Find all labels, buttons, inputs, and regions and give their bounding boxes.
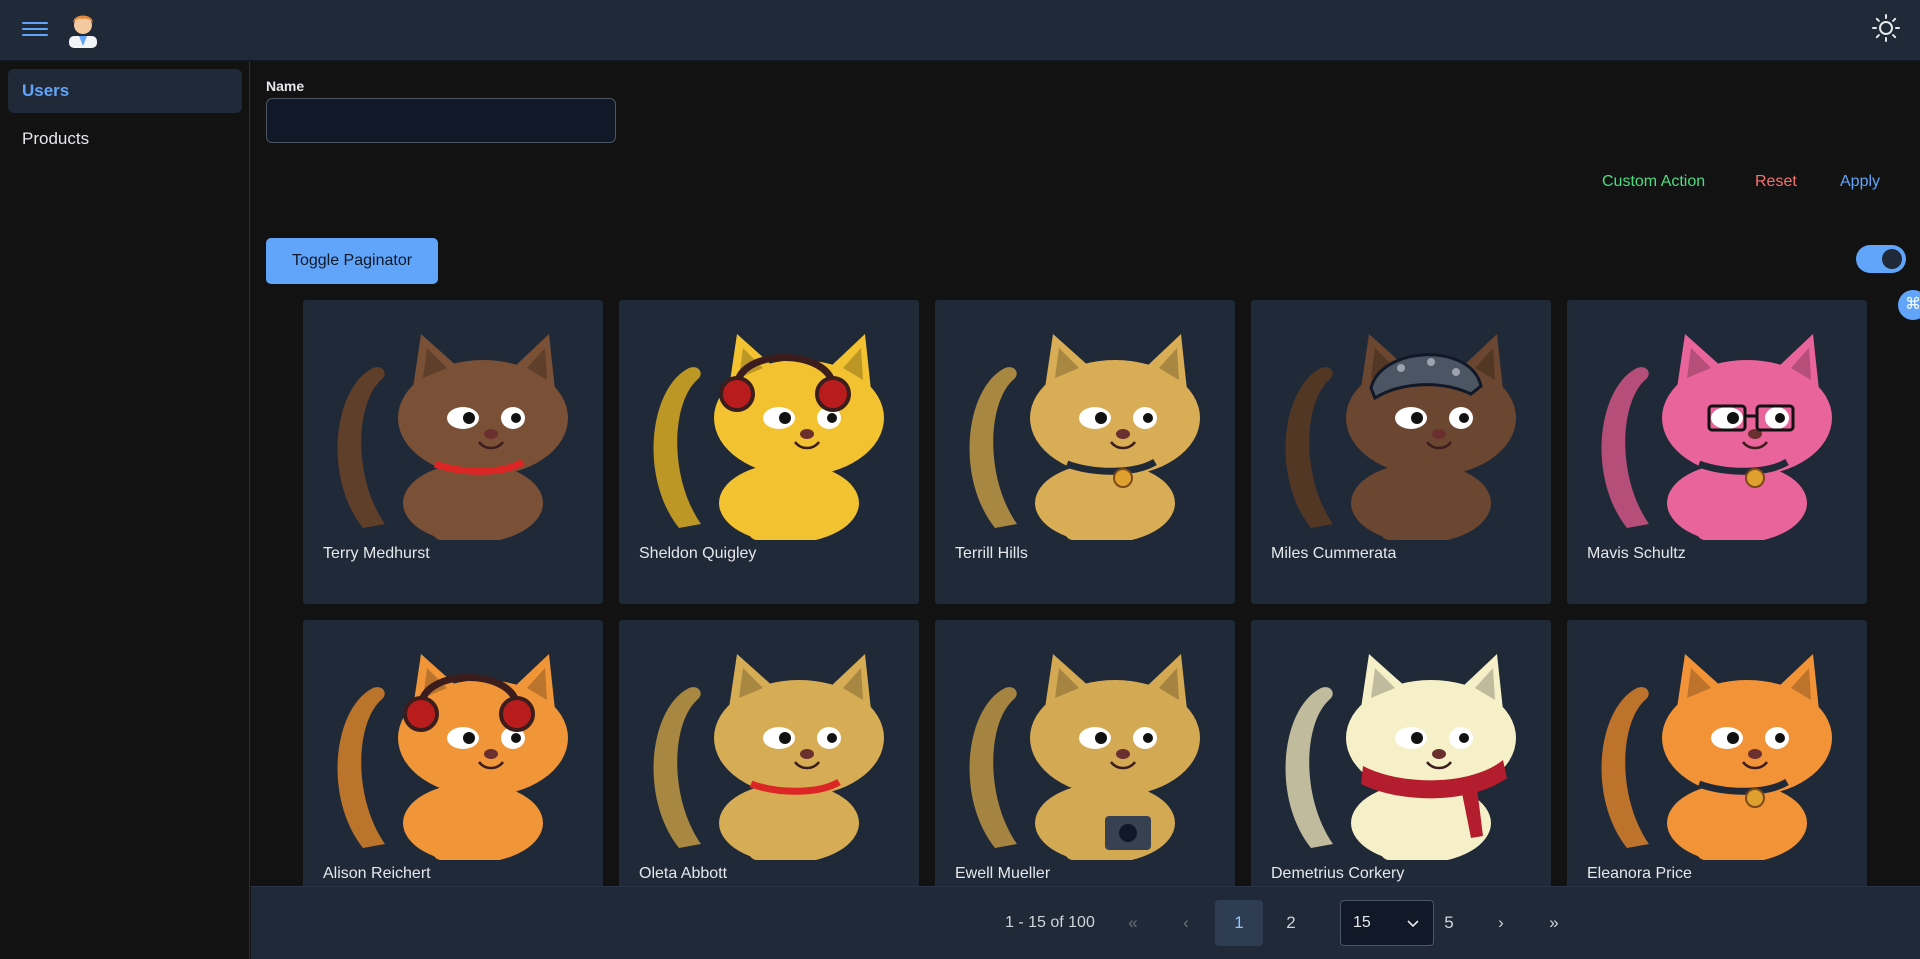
user-card[interactable]: Demetrius Corkery bbox=[1251, 620, 1551, 924]
sidebar-item-users[interactable]: Users bbox=[8, 69, 242, 113]
user-name: Ewell Mueller bbox=[955, 865, 1051, 882]
user-card[interactable]: Eleanora Price bbox=[1567, 620, 1867, 924]
user-name: Terrill Hills bbox=[955, 545, 1028, 562]
custom-action-button[interactable]: Custom Action bbox=[1602, 173, 1705, 191]
cat-avatar-image bbox=[969, 334, 1200, 540]
switch-knob bbox=[1882, 249, 1902, 269]
cat-avatar-image bbox=[337, 334, 568, 540]
user-card[interactable]: Ewell Mueller bbox=[935, 620, 1235, 924]
last-page-button[interactable]: » bbox=[1530, 900, 1578, 946]
sidebar: Users Products bbox=[0, 61, 250, 959]
cat-avatar-image bbox=[1601, 334, 1832, 540]
apply-button[interactable]: Apply bbox=[1840, 173, 1880, 191]
user-card[interactable]: Terry Medhurst bbox=[303, 300, 603, 604]
user-card[interactable]: Mavis Schultz bbox=[1567, 300, 1867, 604]
user-name: Sheldon Quigley bbox=[639, 545, 757, 562]
sidebar-item-products[interactable]: Products bbox=[8, 117, 242, 161]
page-button-2[interactable]: 2 bbox=[1267, 900, 1315, 946]
first-page-button[interactable]: « bbox=[1109, 900, 1157, 946]
next-page-button[interactable]: › bbox=[1477, 900, 1525, 946]
user-name: Terry Medhurst bbox=[323, 545, 430, 562]
sun-icon[interactable] bbox=[1872, 14, 1900, 42]
cat-avatar-image bbox=[337, 654, 568, 860]
hamburger-icon[interactable] bbox=[22, 18, 48, 40]
view-toggle-switch[interactable] bbox=[1856, 245, 1906, 273]
paginator-info: 1 - 15 of 100 bbox=[1005, 914, 1095, 931]
chevron-down-icon bbox=[1407, 920, 1419, 928]
cat-avatar-image bbox=[1601, 654, 1832, 860]
user-name: Mavis Schultz bbox=[1587, 545, 1686, 562]
cat-avatar-image bbox=[653, 654, 884, 860]
user-name: Eleanora Price bbox=[1587, 865, 1692, 882]
prev-page-button[interactable]: ‹ bbox=[1162, 900, 1210, 946]
cat-avatar-image bbox=[1285, 334, 1516, 540]
user-card[interactable]: Sheldon Quigley bbox=[619, 300, 919, 604]
cat-avatar-image bbox=[1285, 654, 1516, 860]
top-bar bbox=[0, 0, 1920, 61]
command-icon[interactable]: ⌘ bbox=[1898, 290, 1920, 320]
user-name: Miles Cummerata bbox=[1271, 545, 1397, 562]
page-button-1[interactable]: 1 bbox=[1215, 900, 1263, 946]
sidebar-item-label: Users bbox=[22, 81, 70, 100]
reset-button[interactable]: Reset bbox=[1755, 173, 1797, 191]
user-card[interactable]: Alison Reichert bbox=[303, 620, 603, 924]
name-label: Name bbox=[266, 78, 305, 94]
rows-per-page-select[interactable]: 15 bbox=[1340, 900, 1434, 946]
cat-avatar-image bbox=[653, 334, 884, 540]
toggle-paginator-button[interactable]: Toggle Paginator bbox=[266, 238, 438, 284]
paginator: 1 - 15 of 100 « ‹ 1 2 3 4 5 › » 15 bbox=[251, 886, 1920, 959]
user-card[interactable]: Miles Cummerata bbox=[1251, 300, 1551, 604]
user-card[interactable]: Terrill Hills bbox=[935, 300, 1235, 604]
cat-avatar-image bbox=[969, 654, 1200, 860]
user-name: Demetrius Corkery bbox=[1271, 865, 1405, 882]
user-name: Alison Reichert bbox=[323, 865, 431, 882]
user-card[interactable]: Oleta Abbott bbox=[619, 620, 919, 924]
user-avatar[interactable] bbox=[65, 10, 101, 48]
name-input[interactable] bbox=[266, 98, 616, 143]
user-name: Oleta Abbott bbox=[639, 865, 728, 882]
rows-per-page-value: 15 bbox=[1353, 914, 1371, 931]
sidebar-item-label: Products bbox=[22, 129, 90, 148]
